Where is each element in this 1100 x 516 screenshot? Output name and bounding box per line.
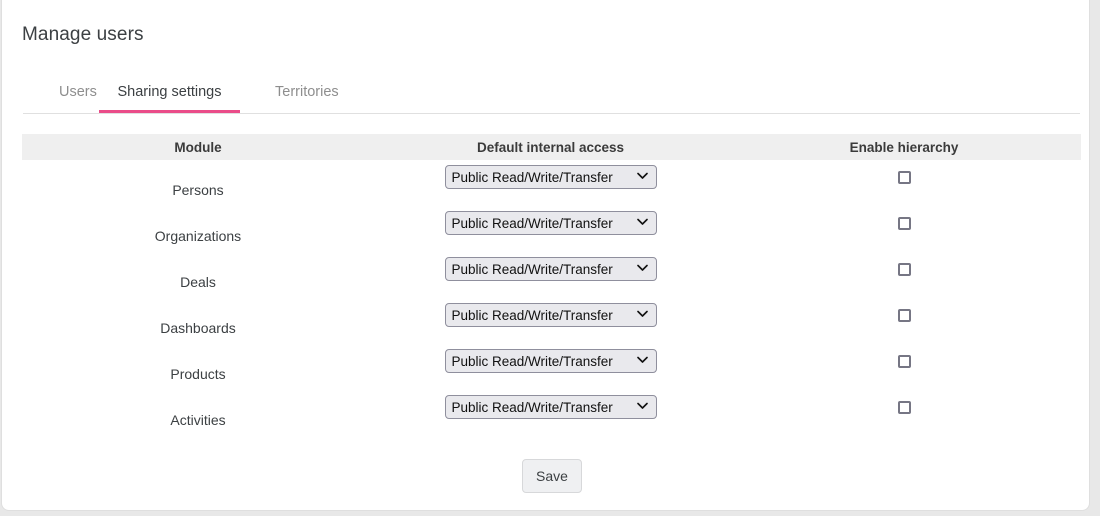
enable-hierarchy-checkbox[interactable] (897, 400, 911, 414)
manage-users-card: Manage users Users Sharing settings Terr… (1, 0, 1090, 511)
enable-hierarchy-cell (727, 298, 1081, 344)
column-header-default-internal-access: Default internal access (476, 139, 625, 155)
module-name-cell: Deals (22, 252, 374, 298)
access-select-wrapper: Public Read/Write/Transfer (444, 165, 657, 189)
tab-territories-label: Territories (275, 84, 339, 100)
module-name-cell: Activities (22, 390, 374, 436)
table-row: Activities Public Read/Write/Transfer (22, 390, 1081, 436)
enable-hierarchy-checkbox[interactable] (897, 262, 911, 276)
module-name-cell: Persons (22, 160, 374, 206)
column-header-module: Module (174, 139, 222, 155)
enable-hierarchy-cell (727, 160, 1081, 206)
default-access-select[interactable]: Public Read/Write/Transfer (444, 349, 657, 373)
default-access-select[interactable]: Public Read/Write/Transfer (444, 211, 657, 235)
default-access-select[interactable]: Public Read/Write/Transfer (444, 395, 657, 419)
enable-hierarchy-cell (727, 252, 1081, 298)
default-access-select[interactable]: Public Read/Write/Transfer (444, 257, 657, 281)
module-name-cell: Products (22, 344, 374, 390)
enable-hierarchy-checkbox[interactable] (897, 354, 911, 368)
module-name-cell: Dashboards (22, 298, 374, 344)
enable-hierarchy-checkbox[interactable] (897, 308, 911, 322)
tab-users-label: Users (59, 84, 97, 100)
access-select-wrapper: Public Read/Write/Transfer (444, 395, 657, 419)
save-button-container: Save (22, 459, 1081, 493)
default-access-select[interactable]: Public Read/Write/Transfer (444, 303, 657, 327)
access-select-wrapper: Public Read/Write/Transfer (444, 349, 657, 373)
access-select-wrapper: Public Read/Write/Transfer (444, 257, 657, 281)
tab-sharing-settings-label: Sharing settings (117, 84, 222, 100)
tab-sharing-settings[interactable]: Sharing settings (99, 76, 240, 113)
enable-hierarchy-checkbox[interactable] (897, 216, 911, 230)
default-access-select[interactable]: Public Read/Write/Transfer (444, 165, 657, 189)
module-name-cell: Organizations (22, 206, 374, 252)
enable-hierarchy-checkbox[interactable] (897, 170, 911, 184)
tab-bar: Users Sharing settings Territories (23, 76, 1080, 114)
page-root: Manage users Users Sharing settings Terr… (0, 0, 1100, 516)
module-label: Persons (172, 182, 224, 198)
tab-users[interactable]: Users (43, 76, 100, 113)
module-label: Dashboards (160, 320, 236, 336)
module-label: Products (170, 366, 226, 382)
module-label: Deals (180, 274, 216, 290)
enable-hierarchy-cell (727, 206, 1081, 252)
save-button[interactable]: Save (522, 459, 582, 493)
access-select-wrapper: Public Read/Write/Transfer (444, 303, 657, 327)
tab-territories[interactable]: Territories (259, 76, 343, 113)
module-label: Activities (170, 412, 226, 428)
column-header-enable-hierarchy: Enable hierarchy (849, 139, 959, 155)
enable-hierarchy-cell (727, 344, 1081, 390)
access-select-wrapper: Public Read/Write/Transfer (444, 211, 657, 235)
sharing-settings-table: Module Default internal access Enable hi… (22, 134, 1081, 436)
page-title: Manage users (22, 24, 144, 45)
module-label: Organizations (154, 228, 242, 244)
default-access-cell: Public Read/Write/Transfer (374, 384, 727, 442)
enable-hierarchy-cell (727, 390, 1081, 436)
